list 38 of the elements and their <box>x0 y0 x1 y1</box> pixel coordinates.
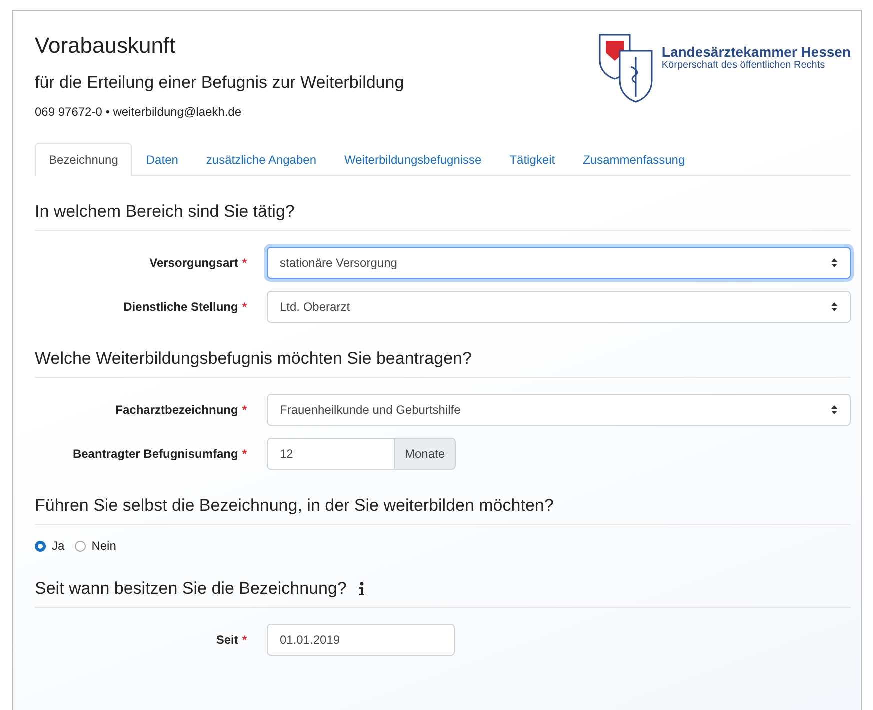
field-label: Seit <box>216 633 238 647</box>
radio-option[interactable]: Ja <box>35 539 65 553</box>
section-heading: Seit wann besitzen Sie die Bezeichnung? <box>35 579 347 599</box>
organization-name: Landesärztekammer Hessen <box>662 44 851 60</box>
required-mark: * <box>242 447 247 461</box>
unit-addon: Monate <box>395 438 456 470</box>
organization-tagline: Körperschaft des öffentlichen Rechts <box>662 60 826 71</box>
date-field[interactable]: 01.01.2019 <box>267 624 455 656</box>
tab[interactable]: Daten <box>132 143 192 176</box>
radio-option[interactable]: Nein <box>74 539 116 553</box>
updown-caret-icon <box>831 405 838 415</box>
section-heading: Führen Sie selbst die Bezeichnung, in der Sie weiterbilden möchten? <box>35 496 554 516</box>
tab[interactable]: zusätzliche Angaben <box>192 143 331 176</box>
input-field[interactable]: 12 <box>267 438 395 470</box>
tab[interactable]: Zusammenfassung <box>569 143 700 176</box>
tab[interactable]: Tätigkeit <box>496 143 570 176</box>
required-mark: * <box>242 403 247 417</box>
section-heading: In welchem Bereich sind Sie tätig? <box>35 202 295 222</box>
field-label: Beantragter Befugnisumfang <box>72 447 238 461</box>
updown-caret-icon <box>831 258 838 268</box>
required-mark: * <box>242 256 247 270</box>
page-subtitle: für die Erteilung einer Befugnis zur Weiterbildung <box>35 73 404 93</box>
field-label: Versorgungsart <box>150 256 238 270</box>
contact-info: 069 97672-0 • weiterbildung@laekh.de <box>35 105 243 119</box>
info-icon[interactable] <box>358 582 365 596</box>
required-mark: * <box>242 633 247 647</box>
tab[interactable]: Bezeichnung <box>35 143 132 176</box>
updown-caret-icon <box>831 302 838 312</box>
section-heading: Welche Weiterbildungsbefugnis möchten Sie beantragen? <box>35 349 472 369</box>
required-mark: * <box>242 300 247 314</box>
field-label: Facharztbezeichnung <box>116 403 238 417</box>
tab[interactable]: Weiterbildungsbefugnisse <box>330 143 496 176</box>
dropdown-field[interactable]: Frauenheilkunde und Geburtshilfe <box>267 394 851 426</box>
page-title: Vorabauskunft <box>35 33 177 59</box>
field-label: Dienstliche Stellung <box>124 300 238 314</box>
coat-of-arms-icon <box>598 33 656 103</box>
dropdown-field[interactable]: Ltd. Oberarzt <box>267 291 851 323</box>
dropdown-field[interactable]: stationäre Versorgung <box>267 247 851 279</box>
